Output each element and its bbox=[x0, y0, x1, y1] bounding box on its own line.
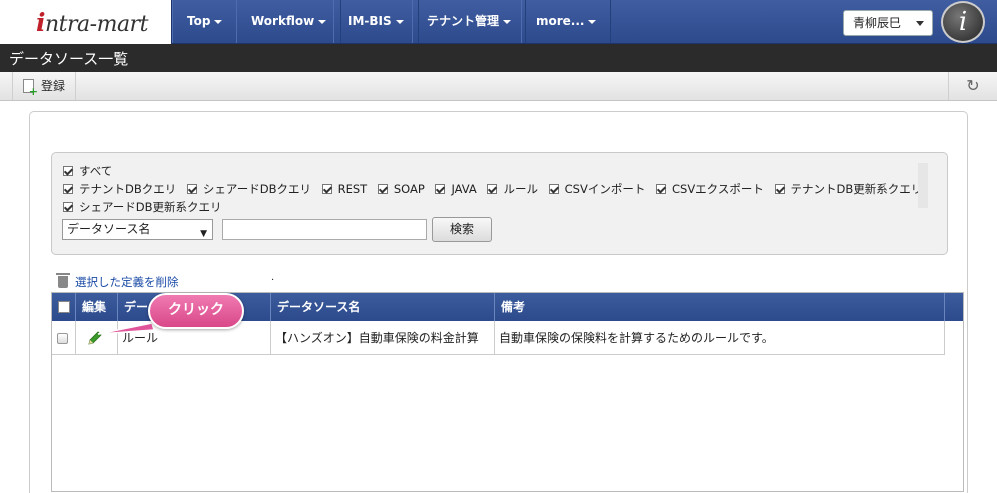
chevron-down-icon bbox=[916, 21, 924, 26]
checkbox-csv-export[interactable]: CSVエクスポート bbox=[655, 182, 764, 196]
checkbox-tenant-db-update-query[interactable]: テナントDB更新系クエリ bbox=[774, 182, 922, 196]
scrollbar[interactable] bbox=[918, 163, 928, 208]
row-select-cell bbox=[52, 321, 76, 355]
checkbox-rule[interactable]: ルール bbox=[487, 182, 538, 196]
nav-more[interactable]: more... bbox=[521, 0, 612, 43]
checkbox-checked[interactable] bbox=[321, 183, 332, 194]
user-name: 青柳辰巳 bbox=[853, 16, 902, 30]
checkbox-checked[interactable] bbox=[435, 183, 446, 194]
refresh-button[interactable]: ↻ bbox=[948, 72, 997, 100]
checkbox-shared-db-query[interactable]: シェアードDBクエリ bbox=[186, 182, 311, 196]
checkbox-row-all: すべて bbox=[63, 163, 119, 179]
search-input[interactable] bbox=[222, 219, 427, 240]
select-all-checkbox[interactable] bbox=[58, 301, 70, 313]
nav-tenant-management[interactable]: テナント管理 bbox=[412, 0, 527, 43]
trash-icon bbox=[56, 272, 70, 288]
checkbox-row-types-2: シェアードDB更新系クエリ bbox=[63, 199, 229, 215]
chevron-down-icon bbox=[395, 19, 404, 24]
dropdown-arrow-icon: ▼ bbox=[200, 229, 207, 239]
checkbox-rest[interactable]: REST bbox=[321, 182, 367, 196]
checkbox-checked[interactable] bbox=[487, 183, 498, 194]
datasource-name-cell: 【ハンズオン】自動車保険の料金計算 bbox=[271, 321, 495, 355]
click-callout: クリック bbox=[148, 293, 244, 329]
search-conditions: すべて テナントDBクエリ シェアードDBクエリ REST SOAP JAVA … bbox=[51, 152, 948, 255]
stray-dot: . bbox=[271, 272, 275, 283]
new-document-icon bbox=[23, 78, 38, 97]
checkbox-row-types: テナントDBクエリ シェアードDBクエリ REST SOAP JAVA ルール … bbox=[63, 181, 929, 197]
callout-pointer bbox=[97, 322, 155, 335]
delete-selected-link[interactable]: 選択した定義を削除 bbox=[56, 272, 179, 290]
nav-im-bis[interactable]: IM-BIS bbox=[333, 0, 419, 43]
header-select-all[interactable] bbox=[52, 293, 76, 321]
intra-mart-logo[interactable]: intra-mart bbox=[0, 0, 172, 44]
datasource-note-cell: 自動車保険の保険料を計算するためのルールです。 bbox=[495, 321, 945, 355]
column-header-name[interactable]: データソース名 bbox=[271, 293, 495, 321]
checkbox-all[interactable]: すべて bbox=[63, 164, 112, 178]
info-icon[interactable]: i bbox=[941, 1, 985, 43]
checkbox-csv-import[interactable]: CSVインポート bbox=[548, 182, 645, 196]
title-bar: データソース一覧 bbox=[0, 44, 997, 72]
refresh-icon: ↻ bbox=[966, 76, 980, 95]
toolbar: 登録 ↻ bbox=[0, 72, 997, 101]
chevron-down-icon bbox=[588, 19, 597, 24]
nav-top[interactable]: Top bbox=[172, 0, 238, 43]
chevron-down-icon bbox=[214, 19, 223, 24]
user-menu-button[interactable]: 青柳辰巳 bbox=[843, 10, 933, 36]
chevron-down-icon bbox=[503, 19, 512, 24]
checkbox-checked[interactable] bbox=[63, 183, 73, 194]
nav-workflow[interactable]: Workflow bbox=[236, 0, 342, 43]
logo-text: intra-mart bbox=[36, 8, 148, 37]
search-button[interactable]: 検索 bbox=[432, 217, 492, 242]
top-navbar: intra-mart Top Workflow IM-BIS テナント管理 mo… bbox=[0, 0, 997, 44]
checkbox-checked[interactable] bbox=[63, 165, 73, 176]
checkbox-checked[interactable] bbox=[774, 183, 785, 194]
checkbox-checked[interactable] bbox=[186, 183, 197, 194]
page-title: データソース一覧 bbox=[9, 50, 129, 68]
register-button[interactable]: 登録 bbox=[12, 72, 77, 100]
checkbox-checked[interactable] bbox=[377, 183, 388, 194]
main-content: すべて テナントDBクエリ シェアードDBクエリ REST SOAP JAVA … bbox=[0, 101, 997, 493]
checkbox-checked[interactable] bbox=[548, 183, 559, 194]
search-field-select[interactable]: データソース名 ▼ bbox=[62, 219, 213, 240]
checkbox-tenant-db-query[interactable]: テナントDBクエリ bbox=[63, 182, 176, 196]
checkbox-shared-db-update-query[interactable]: シェアードDB更新系クエリ bbox=[63, 200, 222, 214]
column-header-note[interactable]: 備考 bbox=[495, 293, 945, 321]
checkbox-java[interactable]: JAVA bbox=[435, 182, 477, 196]
row-checkbox[interactable] bbox=[57, 333, 68, 344]
checkbox-checked[interactable] bbox=[63, 201, 73, 212]
chevron-down-icon bbox=[318, 19, 327, 24]
checkbox-soap[interactable]: SOAP bbox=[377, 182, 425, 196]
column-header-edit: 編集 bbox=[76, 293, 118, 321]
checkbox-checked[interactable] bbox=[655, 183, 666, 194]
